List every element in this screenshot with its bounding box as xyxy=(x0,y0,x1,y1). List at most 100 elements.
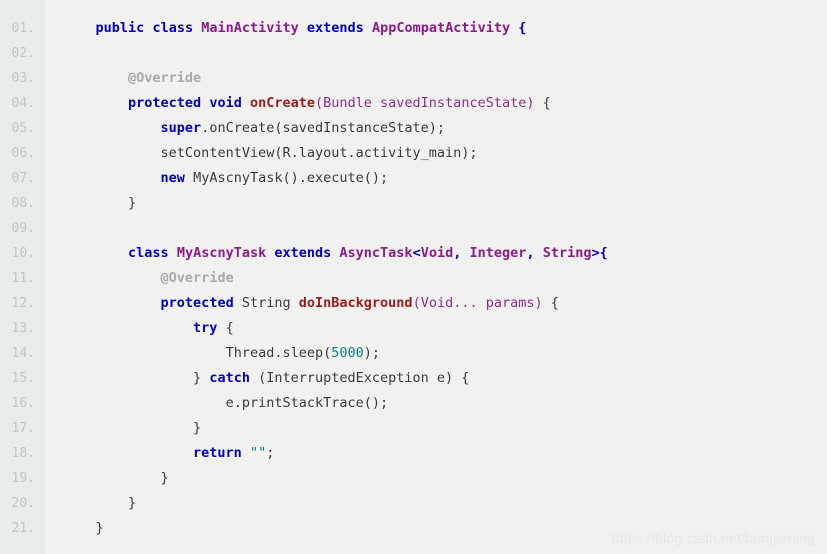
code-line: 10. class MyAscnyTask extends AsyncTask<… xyxy=(0,241,827,266)
line-content[interactable]: } xyxy=(45,416,827,441)
line-content[interactable]: e.printStackTrace(); xyxy=(45,391,827,416)
token-brace: } xyxy=(193,420,202,436)
line-number: 05. xyxy=(11,121,35,136)
code-line: 03. @Override xyxy=(0,66,827,91)
token-keyword: return xyxy=(193,445,242,461)
code-line: 04. protected void onCreate(Bundle saved… xyxy=(0,91,827,116)
token-method: onCreate xyxy=(249,95,316,111)
token-type: String xyxy=(542,245,592,261)
code-line: 11. @Override xyxy=(0,266,827,291)
line-content[interactable]: setContentView(R.layout.activity_main); xyxy=(45,141,827,166)
line-content[interactable]: } xyxy=(45,191,827,216)
token-brace: } xyxy=(128,495,137,511)
code-line: 19. } xyxy=(0,466,827,491)
watermark-url: https://blog.csdn.net/tangjianing xyxy=(611,530,815,546)
line-content[interactable]: @Override xyxy=(45,266,827,291)
token-generic-close: >{ xyxy=(591,245,608,261)
line-content[interactable]: protected void onCreate(Bundle savedInst… xyxy=(45,91,827,116)
token-brace: { xyxy=(225,320,234,336)
code-line: 02. xyxy=(0,41,827,66)
token-keyword: extends xyxy=(306,20,364,36)
token-type: Integer xyxy=(469,245,527,261)
code-line: 13. try { xyxy=(0,316,827,341)
token-plain: e.printStackTrace(); xyxy=(225,395,389,411)
line-number: 02. xyxy=(11,46,35,61)
line-content[interactable]: } xyxy=(45,466,827,491)
token-keyword: new xyxy=(160,170,185,186)
token-type: MainActivity xyxy=(201,20,299,36)
token-type: String xyxy=(241,295,291,311)
line-content[interactable]: class MyAscnyTask extends AsyncTask<Void… xyxy=(45,241,827,266)
line-number: 12. xyxy=(11,296,35,311)
line-content[interactable]: Thread.sleep(5000); xyxy=(45,341,827,366)
line-number: 18. xyxy=(11,446,35,461)
code-line: 09. xyxy=(0,216,827,241)
token-keyword: super xyxy=(160,120,202,136)
line-content[interactable]: } xyxy=(45,491,827,516)
token-param: (Void... params) xyxy=(412,295,543,311)
token-comma: , xyxy=(526,245,535,261)
line-number: 09. xyxy=(11,221,35,236)
code-line: 05. super.onCreate(savedInstanceState); xyxy=(0,116,827,141)
line-content[interactable]: public class MainActivity extends AppCom… xyxy=(45,16,827,41)
token-plain: setContentView(R.layout.activity_main); xyxy=(160,145,478,161)
token-plain: ); xyxy=(363,345,381,361)
code-line: 20. } xyxy=(0,491,827,516)
line-number: 11. xyxy=(11,271,35,286)
token-plain: MyAscnyTask().execute(); xyxy=(193,170,389,186)
line-content[interactable]: } catch (InterruptedException e) { xyxy=(45,366,827,391)
token-plain: ; xyxy=(266,445,275,461)
token-annotation: @Override xyxy=(128,70,202,86)
token-generic-open: < xyxy=(412,245,421,261)
token-brace: { xyxy=(542,95,551,111)
line-number: 01. xyxy=(11,21,35,36)
token-string: "" xyxy=(249,445,267,461)
token-method: doInBackground xyxy=(298,295,413,311)
code-line: 18. return ""; xyxy=(0,441,827,466)
code-line: 16. e.printStackTrace(); xyxy=(0,391,827,416)
line-number: 14. xyxy=(11,346,35,361)
token-brace: } xyxy=(95,520,104,536)
token-annotation: @Override xyxy=(160,270,234,286)
line-number: 15. xyxy=(11,371,35,386)
token-keyword: catch xyxy=(209,370,250,386)
line-content[interactable]: @Override xyxy=(45,66,827,91)
code-line: 07. new MyAscnyTask().execute(); xyxy=(0,166,827,191)
token-type: Void xyxy=(420,245,454,261)
token-brace: } xyxy=(193,370,202,386)
token-brace: } xyxy=(128,195,137,211)
line-content[interactable]: try { xyxy=(45,316,827,341)
line-number: 08. xyxy=(11,196,35,211)
line-content[interactable]: new MyAscnyTask().execute(); xyxy=(45,166,827,191)
token-plain: (InterruptedException e) { xyxy=(258,370,470,386)
token-plain: Thread.sleep( xyxy=(225,345,332,361)
code-screenshot: 01. public class MainActivity extends Ap… xyxy=(0,0,827,554)
line-number: 16. xyxy=(11,396,35,411)
line-number: 17. xyxy=(11,421,35,436)
code-line: 17. } xyxy=(0,416,827,441)
line-number: 07. xyxy=(11,171,35,186)
token-comma: , xyxy=(453,245,462,261)
line-number: 06. xyxy=(11,146,35,161)
code-line: 08. } xyxy=(0,191,827,216)
token-keyword: protected xyxy=(128,95,202,111)
token-keyword: public xyxy=(95,20,145,36)
line-number: 10. xyxy=(11,246,35,261)
code-line: 14. Thread.sleep(5000); xyxy=(0,341,827,366)
line-number: 13. xyxy=(11,321,35,336)
token-keyword: extends xyxy=(274,245,332,261)
token-plain: .onCreate(savedInstanceState); xyxy=(201,120,446,136)
token-brace: { xyxy=(550,295,559,311)
line-content[interactable]: super.onCreate(savedInstanceState); xyxy=(45,116,827,141)
token-keyword: protected xyxy=(160,295,234,311)
code-line: 12. protected String doInBackground(Void… xyxy=(0,291,827,316)
token-keyword: void xyxy=(209,95,242,111)
token-type: AsyncTask xyxy=(339,245,413,261)
line-number: 04. xyxy=(11,96,35,111)
token-param: (Bundle savedInstanceState) xyxy=(315,95,535,111)
line-content[interactable]: return ""; xyxy=(45,441,827,466)
token-type: MyAscnyTask xyxy=(176,245,267,261)
line-number: 21. xyxy=(11,521,35,536)
line-content[interactable]: protected String doInBackground(Void... … xyxy=(45,291,827,316)
code-editor-content[interactable]: 01. public class MainActivity extends Ap… xyxy=(0,0,827,541)
